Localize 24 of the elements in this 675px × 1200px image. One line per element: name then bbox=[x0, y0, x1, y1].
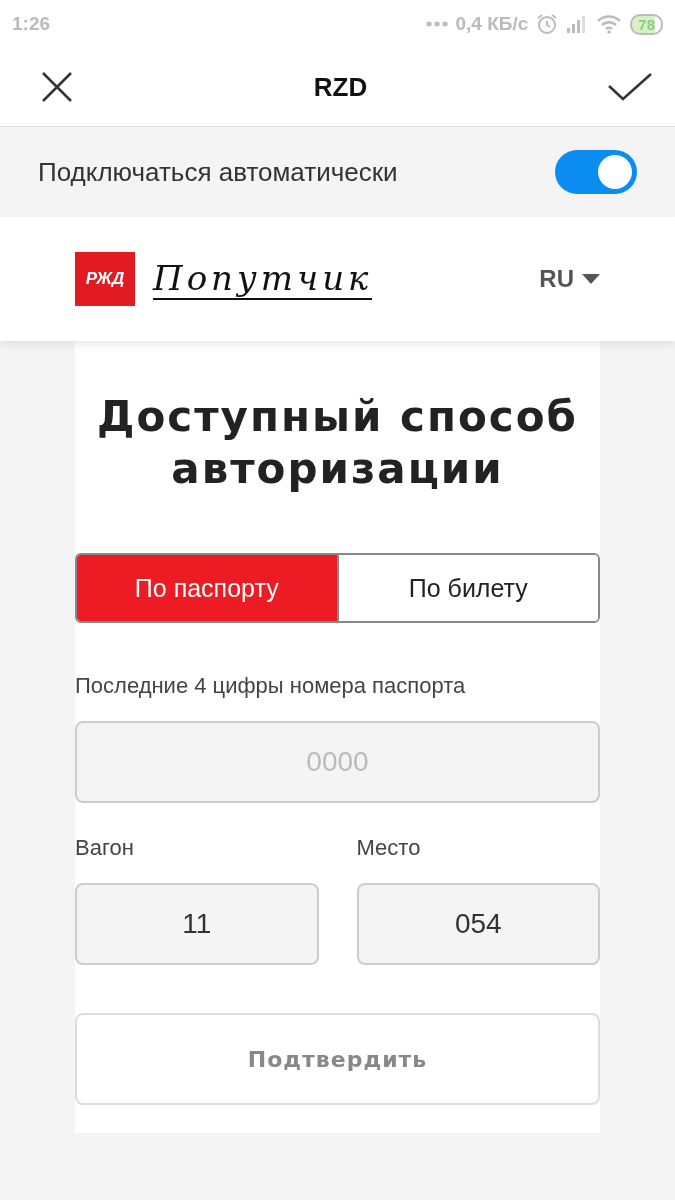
alarm-clock-icon bbox=[536, 13, 559, 35]
auto-connect-label: Подключаться автоматически bbox=[38, 156, 398, 188]
caret-icon bbox=[582, 274, 600, 284]
page-heading: Доступный способ авторизации bbox=[96, 391, 579, 495]
field-label: Вагон bbox=[75, 835, 135, 861]
field-label: Последние 4 цифры номера паспорта bbox=[75, 673, 467, 699]
auto-connect-switch[interactable] bbox=[555, 150, 637, 194]
wifi-icon bbox=[596, 14, 623, 34]
network-speed: 0,4 КБ/с bbox=[455, 13, 529, 35]
seat-field[interactable]: 054 bbox=[356, 883, 600, 965]
car-field[interactable]: 11 bbox=[75, 883, 319, 965]
more-dots-icon bbox=[425, 20, 448, 28]
logo-mark: РЖД bbox=[75, 252, 135, 306]
status-time: 1:26 bbox=[12, 13, 51, 35]
confirm-check-button[interactable] bbox=[607, 72, 653, 102]
logo-text: Попутчик bbox=[153, 258, 373, 300]
app-title: RZD bbox=[313, 71, 368, 103]
language-dropdown[interactable]: RU bbox=[539, 265, 600, 293]
auth-tab[interactable]: По паспорту bbox=[77, 555, 337, 621]
battery-indicator: 78 bbox=[630, 13, 663, 35]
field-label: Место bbox=[356, 835, 422, 861]
auth-tab[interactable]: По билету bbox=[336, 555, 598, 621]
passport-digits-field[interactable]: 0000 bbox=[75, 721, 600, 803]
close-button[interactable] bbox=[40, 70, 74, 104]
